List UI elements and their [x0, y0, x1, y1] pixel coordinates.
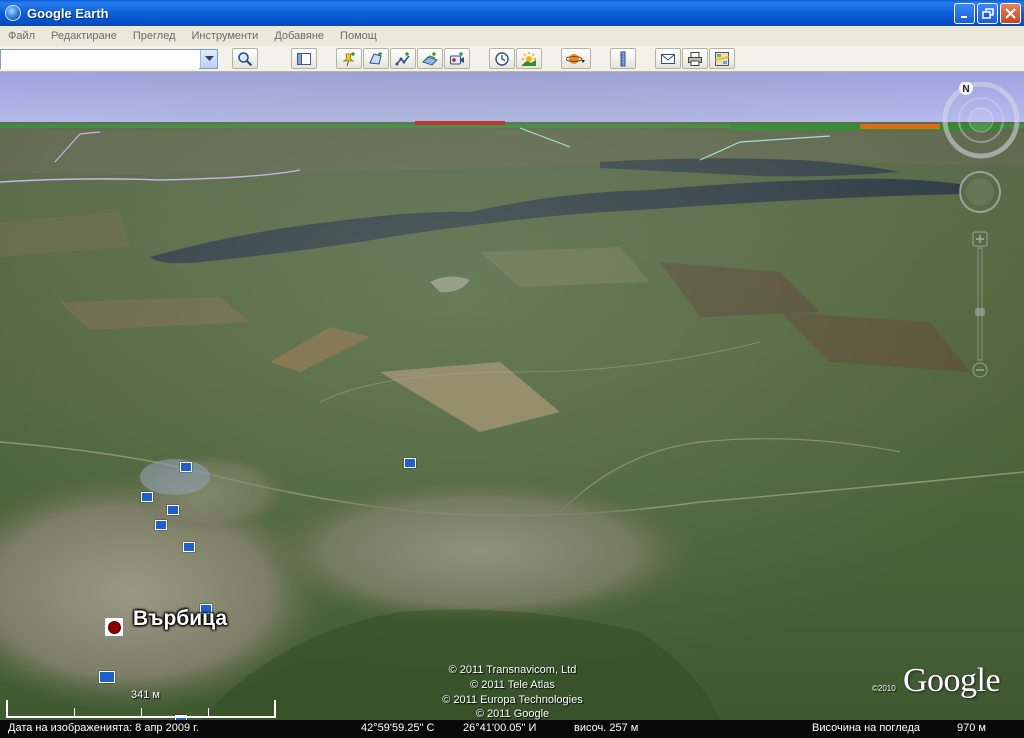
move-joystick[interactable] — [959, 171, 1001, 213]
email-button[interactable] — [655, 48, 681, 69]
sun-icon — [522, 51, 536, 66]
pushpin-icon — [342, 51, 355, 66]
add-polygon-button[interactable] — [363, 48, 389, 69]
search-input[interactable] — [1, 50, 199, 69]
scale-bar — [6, 700, 276, 718]
close-icon — [1005, 8, 1016, 19]
photo-marker[interactable] — [180, 462, 192, 472]
navigation-controls: N — [940, 81, 1020, 382]
record-tour-button[interactable] — [444, 48, 470, 69]
copyright-line: © 2011 Google — [475, 708, 550, 720]
copyright-line: © 2011 Transnavicom, Ltd — [448, 664, 577, 676]
window-title: Google Earth — [27, 5, 109, 21]
historical-imagery-button[interactable] — [489, 48, 515, 69]
print-button[interactable] — [682, 48, 708, 69]
sidebar-toggle-icon — [297, 52, 311, 65]
switch-planet-button[interactable] — [561, 48, 591, 69]
zoom-slider[interactable] — [972, 231, 988, 378]
minimize-icon — [960, 15, 967, 18]
menu-help[interactable]: Помощ — [332, 30, 385, 42]
magnifier-icon — [238, 51, 253, 66]
image-overlay-icon — [422, 51, 438, 66]
photo-marker[interactable] — [404, 458, 416, 468]
earth-3d-view[interactable]: Върбица © 2011 Transnavicom, Ltd © 2011 … — [0, 72, 1024, 720]
photo-marker[interactable] — [155, 520, 167, 530]
add-path-button[interactable] — [390, 48, 416, 69]
eye-altitude-value: 970 м — [957, 722, 986, 734]
photo-marker[interactable] — [141, 492, 153, 502]
restore-button[interactable] — [977, 3, 998, 24]
google-earth-app-icon — [5, 5, 21, 21]
close-button[interactable] — [1000, 3, 1021, 24]
planet-icon — [566, 53, 585, 64]
longitude-readout: 26°41'00.05" И — [463, 722, 537, 734]
imagery-date: Дата на изображенията: 8 апр 2009 г. — [8, 722, 199, 734]
minimize-button[interactable] — [954, 3, 975, 24]
eye-altitude-label: Височина на погледа — [812, 722, 921, 734]
path-icon — [395, 51, 410, 65]
menu-edit[interactable]: Редактиране — [43, 30, 125, 42]
ruler-icon — [620, 51, 626, 66]
place-label[interactable]: Върбица — [133, 607, 227, 631]
search-dropdown-button[interactable] — [200, 49, 217, 68]
sunlight-button[interactable] — [516, 48, 542, 69]
search-combobox[interactable] — [0, 48, 218, 69]
copyright-line: © 2011 Tele Atlas — [470, 678, 555, 691]
svg-text:N: N — [962, 84, 969, 95]
navigation-controls-graphic: N — [942, 81, 1020, 378]
search-button[interactable] — [232, 48, 258, 69]
elevation-readout: височ. 257 м — [574, 722, 639, 734]
title-bar: Google Earth — [0, 0, 1024, 26]
menu-file[interactable]: Файл — [0, 30, 43, 42]
add-image-overlay-button[interactable] — [417, 48, 443, 69]
google-logo: Google — [903, 662, 1001, 699]
menu-tools[interactable]: Инструменти — [183, 30, 266, 42]
envelope-icon — [661, 53, 675, 64]
add-placemark-button[interactable] — [336, 48, 362, 69]
google-maps-icon — [715, 51, 729, 66]
menu-add[interactable]: Добавяне — [266, 30, 332, 42]
menu-bar: Файл Редактиране Преглед Инструменти Доб… — [0, 26, 1024, 46]
place-marker-icon[interactable] — [104, 617, 124, 637]
toolbar — [0, 46, 1024, 72]
polygon-icon — [369, 51, 382, 65]
record-tour-icon — [450, 51, 464, 64]
photo-marker[interactable] — [183, 542, 195, 552]
restore-icon — [981, 7, 994, 19]
copyright-line: © 2011 Europa Technologies — [442, 693, 583, 706]
printer-icon — [688, 51, 702, 66]
menu-view[interactable]: Преглед — [125, 30, 184, 42]
photo-marker[interactable] — [99, 671, 115, 683]
compass-ring[interactable]: N — [942, 81, 1020, 159]
imagery-copyright: © 2011 Transnavicom, Ltd © 2011 Tele Atl… — [410, 663, 615, 720]
logo-year: ©2010 — [872, 684, 896, 693]
latitude-readout: 42°59'59.25" С — [361, 722, 435, 734]
status-bar: Дата на изображенията: 8 апр 2009 г. 42°… — [0, 720, 1024, 738]
chevron-down-icon — [204, 55, 214, 61]
photo-marker[interactable] — [167, 505, 179, 515]
clock-icon — [495, 51, 509, 66]
view-in-google-maps-button[interactable] — [709, 48, 735, 69]
sidebar-toggle-button[interactable] — [291, 48, 317, 69]
ruler-button[interactable] — [610, 48, 636, 69]
